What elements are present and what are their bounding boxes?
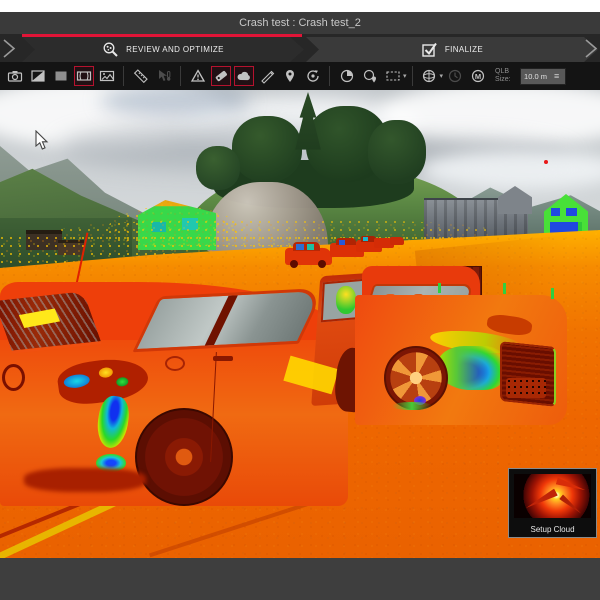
toolbar-separator (329, 66, 330, 86)
right-car-bumper-grid (506, 378, 546, 398)
point-cloud-magnifier-icon (103, 42, 118, 57)
measure-pen-button[interactable] (257, 66, 277, 86)
setup-cloud-panel[interactable]: Setup Cloud (508, 468, 597, 538)
survey-tick (551, 288, 554, 299)
left-car-rear-wheel (135, 408, 233, 506)
measure-ruler-button[interactable] (131, 66, 151, 86)
mouse-cursor (35, 130, 49, 150)
sphere-clock-button[interactable] (445, 66, 465, 86)
sphere-m-button[interactable]: M (468, 66, 488, 86)
house-window (551, 208, 560, 216)
sphere-pin-button[interactable] (360, 66, 380, 86)
previous-step-chevron-icon[interactable] (3, 39, 16, 58)
qlb-size-stepper[interactable]: ≡ (554, 71, 559, 81)
left-car-side-windows (132, 287, 326, 353)
workflow-bar: REVIEW AND OPTIMIZE FINALIZE (0, 34, 600, 62)
toolbar: ▾ ▾ M QLB Size: ≡ (0, 62, 600, 90)
workflow-progress-line (22, 34, 302, 37)
rectangle-selection-button[interactable] (383, 66, 403, 86)
view-globe-button[interactable] (419, 66, 439, 86)
project-title: Crash test : Crash test_2 (239, 17, 361, 29)
cursor-temperature-button[interactable] (154, 66, 174, 86)
heat-green-arc (392, 402, 432, 410)
heat-green-spot (115, 376, 129, 388)
tree (232, 116, 302, 182)
left-car-bumper-shadow (24, 468, 146, 492)
tab-finalize[interactable]: FINALIZE (306, 37, 598, 62)
location-pin-button[interactable] (280, 66, 300, 86)
survey-tick (438, 283, 441, 293)
view-globe-dropdown-caret[interactable]: ▾ (440, 72, 444, 80)
tree (368, 120, 426, 184)
user-rotate-button[interactable] (303, 66, 323, 86)
tree (196, 146, 240, 190)
distant-car-wheel (290, 260, 298, 268)
toolbar-separator (411, 66, 413, 86)
tab-review-label: REVIEW AND OPTIMIZE (126, 45, 224, 54)
solid-color-view-button[interactable] (51, 66, 71, 86)
split-view-button[interactable] (28, 66, 48, 86)
distant-car-wheel (318, 260, 326, 268)
image-view-button[interactable] (97, 66, 117, 86)
application-window: Crash test : Crash test_2 REVIEW AND OPT… (0, 0, 600, 600)
svg-text:M: M (474, 72, 480, 81)
distant-car-window (363, 237, 368, 241)
qlb-size-field: ≡ (520, 67, 567, 85)
left-car-rear-window (0, 291, 102, 354)
distant-car (285, 242, 332, 268)
setup-cloud-thumbnail[interactable] (514, 474, 591, 518)
qlb-size-input[interactable] (521, 71, 555, 81)
house-window (566, 208, 577, 216)
panorama-view-button[interactable] (73, 66, 94, 86)
tag-annotation-button[interactable] (210, 66, 231, 86)
setup-cloud-label: Setup Cloud (530, 525, 575, 534)
left-car-door-handle (213, 356, 233, 361)
right-car-headlight-heat (438, 346, 504, 390)
opel-badge (2, 364, 25, 391)
point-cloud-viewport[interactable]: Setup Cloud (0, 90, 600, 558)
red-marker-speck (544, 160, 548, 164)
toolbar-separator (180, 66, 181, 86)
tab-review-and-optimize[interactable]: REVIEW AND OPTIMIZE (22, 37, 304, 62)
cloud-annotation-button[interactable] (233, 66, 254, 86)
distant-car (390, 237, 404, 245)
crash-dummy (336, 286, 356, 314)
sphere-pie-button[interactable] (337, 66, 357, 86)
top-strip (0, 0, 600, 12)
qlb-size-label: QLB Size: (495, 68, 511, 83)
cloud (420, 150, 600, 190)
heat-yellow-spot (98, 366, 114, 379)
project-title-bar: Crash test : Crash test_2 (0, 12, 600, 34)
next-step-chevron-icon[interactable] (585, 39, 598, 58)
rectangle-selection-dropdown-caret[interactable]: ▾ (403, 72, 407, 80)
b-pillar (204, 295, 238, 346)
checkbox-icon (422, 42, 437, 57)
camera-view-button[interactable] (5, 66, 25, 86)
gabled-building (498, 186, 532, 214)
warning-marker-button[interactable] (188, 66, 208, 86)
tab-finalize-label: FINALIZE (444, 45, 484, 54)
distant-car-window (307, 244, 314, 250)
toolbar-separator (123, 66, 124, 86)
survey-tick (503, 283, 506, 294)
bottom-panel (0, 558, 600, 600)
distant-car-window (296, 244, 304, 250)
heat-cyan-spot (62, 372, 91, 390)
fuel-cap (165, 356, 185, 371)
distant-car-window (339, 240, 345, 245)
